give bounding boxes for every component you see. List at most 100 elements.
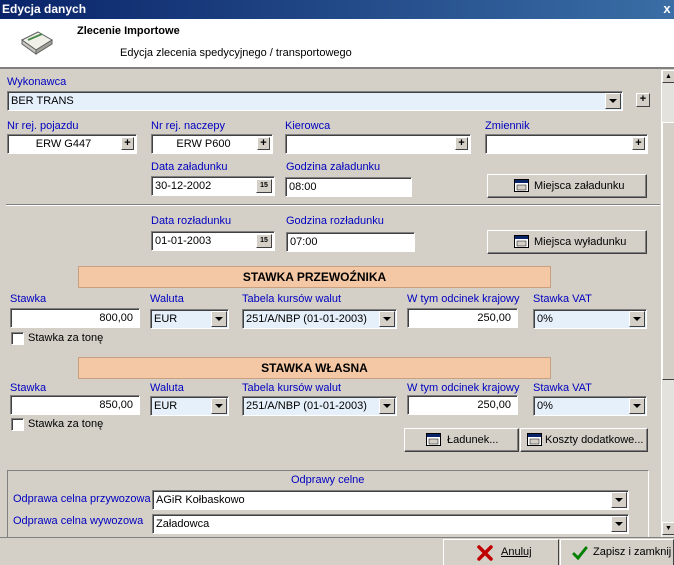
odcinek-krajowy-label: W tym odcinek krajowy bbox=[407, 382, 520, 394]
add-pojazd-button[interactable]: + bbox=[121, 137, 134, 150]
page-title: Zlecenie Importowe bbox=[77, 25, 180, 37]
odprawa-wywozowa-value: Załadowca bbox=[156, 518, 210, 530]
stawka-wlasna-input[interactable]: 850,00 bbox=[10, 395, 140, 415]
godzina-zaladunku-field[interactable]: 08:00 bbox=[285, 177, 412, 197]
godzina-rozladunku-label: Godzina rozładunku bbox=[286, 215, 384, 227]
stawka-za-tone-przewoznika-checkbox[interactable] bbox=[11, 332, 24, 345]
stawka-za-tone-label: Stawka za tonę bbox=[28, 332, 104, 344]
waluta-przewoznika-select[interactable]: EUR bbox=[150, 309, 229, 329]
nr-rej-naczepy-field[interactable]: ERW P600 + bbox=[151, 134, 273, 154]
miejsca-zaladunku-button[interactable]: Miejsca załadunku bbox=[487, 174, 647, 198]
waluta-value: EUR bbox=[154, 400, 178, 412]
ladunek-button[interactable]: Ładunek... bbox=[404, 428, 519, 452]
zapisz-i-zamknij-label: Zapisz i zamknij bbox=[593, 546, 672, 558]
nr-rej-pojazdu-field[interactable]: ERW G447 + bbox=[7, 134, 137, 154]
envelope-icon bbox=[21, 31, 53, 55]
add-kierowca-button[interactable]: + bbox=[455, 137, 468, 150]
window-icon bbox=[527, 433, 542, 446]
odprawa-przywozowa-label: Odprawa celna przywozowa bbox=[13, 493, 151, 505]
page-subtitle: Edycja zlecenia spedycyjnego / transport… bbox=[120, 47, 352, 59]
godzina-zaladunku-value: 08:00 bbox=[289, 181, 317, 193]
stawka-za-tone-label: Stawka za tonę bbox=[28, 418, 104, 430]
odcinek-krajowy-przewoznika-input[interactable]: 250,00 bbox=[407, 308, 518, 328]
data-zaladunku-label: Data załadunku bbox=[151, 161, 228, 173]
odprawa-przywozowa-select[interactable]: AGiR Kołbaskowo bbox=[152, 490, 629, 510]
stawka-vat-value: 0% bbox=[537, 313, 553, 325]
nr-rej-naczepy-value: ERW P600 bbox=[176, 138, 231, 150]
add-naczepa-button[interactable]: + bbox=[257, 137, 270, 150]
data-rozladunku-field[interactable]: 01-01-2003 15 bbox=[151, 231, 275, 251]
tabela-kursow-wlasna-select[interactable]: 251/A/NBP (01-01-2003) bbox=[242, 396, 397, 416]
window-icon bbox=[514, 179, 529, 192]
odprawy-celne-title: Odprawy celne bbox=[291, 474, 365, 486]
checkmark-icon bbox=[572, 546, 588, 561]
divider bbox=[6, 204, 660, 206]
anuluj-label: Anuluj bbox=[501, 546, 532, 558]
stawka-vat-label: Stawka VAT bbox=[533, 293, 592, 305]
miejsca-zaladunku-label: Miejsca załadunku bbox=[534, 180, 625, 192]
tabela-kursow-value: 251/A/NBP (01-01-2003) bbox=[246, 400, 367, 412]
window-title: Edycja danych bbox=[2, 2, 87, 16]
dialog-header: Zlecenie Importowe Edycja zlecenia spedy… bbox=[0, 19, 674, 69]
chevron-down-icon[interactable] bbox=[211, 398, 227, 414]
chevron-down-icon[interactable] bbox=[611, 492, 627, 508]
koszty-dodatkowe-button[interactable]: Koszty dodatkowe... bbox=[520, 428, 648, 452]
stawka-przewoznika-input[interactable]: 800,00 bbox=[10, 308, 140, 328]
odcinek-krajowy-label: W tym odcinek krajowy bbox=[407, 293, 520, 305]
odprawa-wywozowa-select[interactable]: Załadowca bbox=[152, 514, 629, 534]
tabela-kursow-przewoznika-select[interactable]: 251/A/NBP (01-01-2003) bbox=[242, 309, 397, 329]
kierowca-field[interactable]: + bbox=[285, 134, 471, 154]
odcinek-krajowy-wlasna-input[interactable]: 250,00 bbox=[407, 395, 518, 415]
title-bar: Edycja danych x bbox=[0, 0, 674, 19]
anuluj-button[interactable]: Anuluj bbox=[443, 539, 559, 565]
add-zmiennik-button[interactable]: + bbox=[632, 137, 645, 150]
calendar-icon[interactable]: 15 bbox=[256, 234, 272, 248]
stawka-label: Stawka bbox=[10, 382, 47, 394]
waluta-label: Waluta bbox=[150, 382, 184, 394]
godzina-rozladunku-value: 07:00 bbox=[290, 236, 318, 248]
stawka-przewoznika-header: STAWKA PRZEWOŹNIKA bbox=[78, 266, 551, 288]
waluta-label: Waluta bbox=[150, 293, 184, 305]
tabela-kursow-label: Tabela kursów walut bbox=[242, 382, 342, 394]
stawka-vat-value: 0% bbox=[537, 400, 553, 412]
waluta-value: EUR bbox=[154, 313, 178, 325]
ladunek-label: Ładunek... bbox=[447, 434, 499, 446]
zmiennik-field[interactable]: + bbox=[485, 134, 648, 154]
stawka-za-tone-wlasna-checkbox[interactable] bbox=[11, 418, 24, 431]
chevron-down-icon[interactable] bbox=[211, 311, 227, 327]
nr-rej-pojazdu-value: ERW G447 bbox=[35, 138, 92, 150]
stawka-vat-wlasna-select[interactable]: 0% bbox=[533, 396, 647, 416]
vertical-scrollbar[interactable]: ▲ ▼ bbox=[661, 70, 674, 537]
scroll-down-icon[interactable]: ▼ bbox=[662, 522, 674, 535]
chevron-down-icon[interactable] bbox=[379, 311, 395, 327]
kierowca-label: Kierowca bbox=[285, 120, 331, 132]
zapisz-i-zamknij-button[interactable]: Zapisz i zamknij bbox=[560, 539, 674, 565]
tabela-kursow-label: Tabela kursów walut bbox=[242, 293, 342, 305]
zmiennik-label: Zmiennik bbox=[485, 120, 530, 132]
chevron-down-icon[interactable] bbox=[629, 311, 645, 327]
add-wykonawca-button[interactable]: + bbox=[636, 93, 650, 107]
chevron-down-icon[interactable] bbox=[611, 516, 627, 532]
data-rozladunku-label: Data rozładunku bbox=[151, 215, 232, 227]
miejsca-wyladunku-button[interactable]: Miejsca wyładunku bbox=[487, 230, 647, 254]
scroll-up-icon[interactable]: ▲ bbox=[662, 70, 674, 83]
waluta-wlasna-select[interactable]: EUR bbox=[150, 396, 229, 416]
chevron-down-icon[interactable] bbox=[605, 93, 621, 109]
godzina-rozladunku-field[interactable]: 07:00 bbox=[286, 232, 415, 252]
chevron-down-icon[interactable] bbox=[379, 398, 395, 414]
scroll-thumb[interactable] bbox=[662, 122, 674, 380]
close-icon[interactable]: x bbox=[660, 1, 674, 17]
wykonawca-select[interactable]: BER TRANS bbox=[7, 91, 623, 111]
stawka-vat-label: Stawka VAT bbox=[533, 382, 592, 394]
window-icon bbox=[426, 433, 441, 446]
miejsca-wyladunku-label: Miejsca wyładunku bbox=[534, 236, 627, 248]
stawka-wlasna-header: STAWKA WŁASNA bbox=[78, 357, 551, 379]
data-zaladunku-field[interactable]: 30-12-2002 15 bbox=[151, 176, 275, 196]
calendar-icon[interactable]: 15 bbox=[256, 179, 272, 193]
tabela-kursow-value: 251/A/NBP (01-01-2003) bbox=[246, 313, 367, 325]
dialog-footer: Anuluj Zapisz i zamknij bbox=[0, 537, 674, 565]
chevron-down-icon[interactable] bbox=[629, 398, 645, 414]
wykonawca-label: Wykonawca bbox=[7, 76, 67, 88]
odprawa-wywozowa-label: Odprawa celna wywozowa bbox=[13, 515, 144, 527]
stawka-vat-przewoznika-select[interactable]: 0% bbox=[533, 309, 647, 329]
